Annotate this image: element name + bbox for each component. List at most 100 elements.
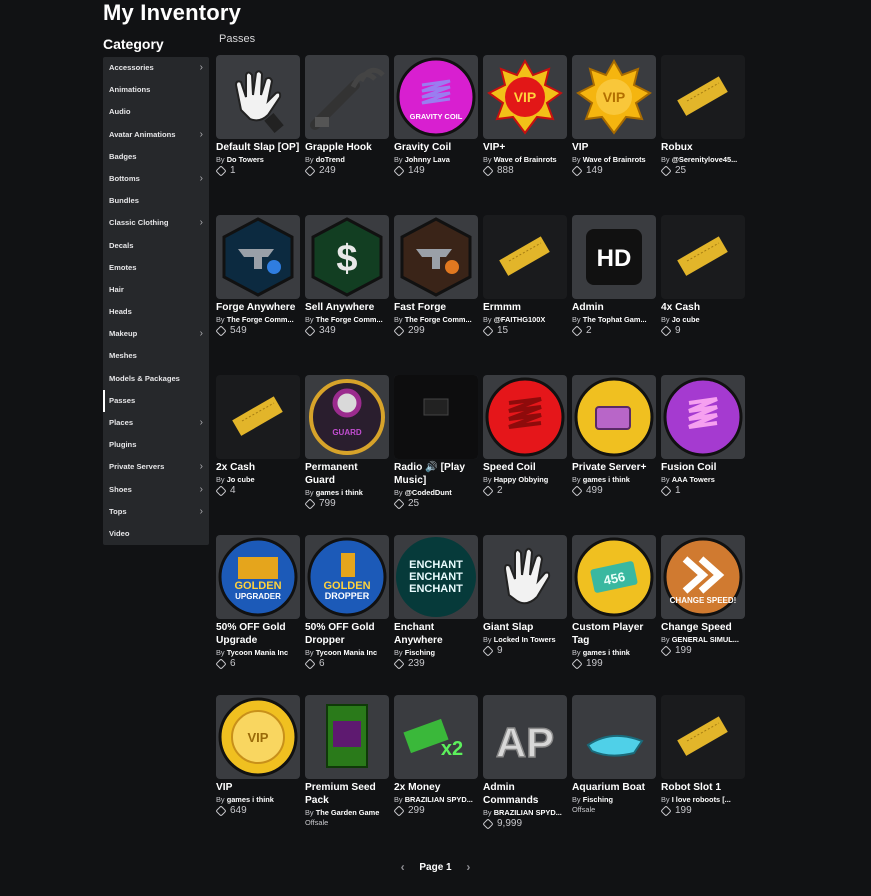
item-card[interactable]: AP Admin Commands By BRAZILIAN SPYD... 9,99… [482, 695, 567, 845]
item-name[interactable]: Ermmm [483, 301, 567, 314]
item-thumbnail[interactable] [216, 55, 300, 139]
item-card[interactable]: Default Slap [OP] By Do Towers 1 [215, 55, 300, 205]
sidebar-item-accessories[interactable]: Accessories › [103, 57, 209, 79]
sidebar-item-video[interactable]: Video [103, 523, 209, 545]
sidebar-item-decals[interactable]: Decals [103, 235, 209, 257]
item-card[interactable]: Grapple Hook By doTrend 249 [304, 55, 389, 205]
item-thumbnail[interactable]: CHANGE SPEED! [661, 535, 745, 619]
item-name[interactable]: Custom Player Tag [572, 621, 656, 647]
creator-name[interactable]: games i think [316, 488, 363, 497]
item-card[interactable]: Premium Seed Pack By The Garden Game Offsa… [305, 695, 389, 845]
item-card[interactable]: VIP VIP By games i think 649 [215, 695, 300, 845]
creator-name[interactable]: doTrend [316, 155, 345, 164]
item-name[interactable]: 50% OFF Gold Dropper [305, 621, 389, 647]
item-thumbnail[interactable]: x2 [394, 695, 478, 779]
creator-name[interactable]: Fisching [405, 648, 435, 657]
creator-name[interactable]: The Forge Comm... [227, 315, 294, 324]
sidebar-item-tops[interactable]: Tops › [103, 501, 209, 523]
sidebar-item-makeup[interactable]: Makeup › [103, 323, 209, 345]
sidebar-item-animations[interactable]: Animations [103, 79, 209, 101]
item-card[interactable]: CHANGE SPEED! Change Speed By GENERAL SIMU… [660, 535, 745, 685]
item-thumbnail[interactable]: GUARD [305, 375, 389, 459]
item-thumbnail[interactable]: $ [305, 215, 389, 299]
item-thumbnail[interactable]: ENCHANT ENCHANT ENCHANT [394, 535, 478, 619]
prev-page-icon[interactable]: ‹ [401, 860, 405, 874]
item-name[interactable]: 2x Cash [216, 461, 300, 474]
item-thumbnail[interactable] [661, 375, 745, 459]
item-card[interactable]: 2x Cash By Jo cube 4 [215, 375, 300, 525]
item-name[interactable]: 50% OFF Gold Upgrade [216, 621, 300, 647]
sidebar-item-meshes[interactable]: Meshes [103, 345, 209, 367]
creator-name[interactable]: Locked In Towers [494, 635, 556, 644]
item-name[interactable]: Aquarium Boat [572, 781, 656, 794]
item-card[interactable]: Radio 🔊 [Play Music] By @CodedDunt 25 [393, 375, 478, 525]
creator-name[interactable]: Fisching [583, 795, 613, 804]
sidebar-item-avatar-animations[interactable]: Avatar Animations › [103, 124, 209, 146]
item-thumbnail[interactable]: VIP [216, 695, 300, 779]
item-thumbnail[interactable] [216, 375, 300, 459]
creator-name[interactable]: BRAZILIAN SPYD... [494, 808, 562, 817]
item-thumbnail[interactable] [394, 215, 478, 299]
item-thumbnail[interactable] [572, 695, 656, 779]
item-name[interactable]: Permanent Guard [305, 461, 389, 487]
item-card[interactable]: Fast Forge By The Forge Comm... 299 [393, 215, 478, 365]
creator-name[interactable]: GENERAL SIMUL... [672, 635, 739, 644]
item-name[interactable]: Fast Forge [394, 301, 478, 314]
item-card[interactable]: $ Sell Anywhere By The Forge Comm... 349 [304, 215, 389, 365]
creator-name[interactable]: @Serenitylove45... [672, 155, 738, 164]
item-card[interactable]: Speed Coil By Happy Obbying 2 [482, 375, 567, 525]
item-name[interactable]: Fusion Coil [661, 461, 745, 474]
item-card[interactable]: Giant Slap By Locked In Towers 9 [482, 535, 567, 685]
item-name[interactable]: Premium Seed Pack [305, 781, 389, 807]
creator-name[interactable]: @CodedDunt [405, 488, 452, 497]
item-name[interactable]: Grapple Hook [305, 141, 389, 154]
item-name[interactable]: VIP+ [483, 141, 567, 154]
item-card[interactable]: GOLDEN UPGRADER 50% OFF Gold Upgrade By Tyc… [215, 535, 300, 685]
creator-name[interactable]: Tycoon Mania Inc [316, 648, 377, 657]
creator-name[interactable]: Do Towers [227, 155, 264, 164]
item-name[interactable]: Giant Slap [483, 621, 567, 634]
creator-name[interactable]: I love roboots [... [672, 795, 731, 804]
sidebar-item-emotes[interactable]: Emotes [103, 257, 209, 279]
item-card[interactable]: Fusion Coil By AAA Towers 1 [660, 375, 745, 525]
item-card[interactable]: x2 2x Money By BRAZILIAN SPYD... 299 [393, 695, 478, 845]
item-thumbnail[interactable] [483, 535, 567, 619]
item-thumbnail[interactable]: AP [483, 695, 567, 779]
item-thumbnail[interactable]: GOLDEN DROPPER [305, 535, 389, 619]
sidebar-item-audio[interactable]: Audio [103, 101, 209, 123]
item-thumbnail[interactable]: VIP [483, 55, 567, 139]
item-name[interactable]: Forge Anywhere [216, 301, 300, 314]
item-thumbnail[interactable] [661, 55, 745, 139]
creator-name[interactable]: games i think [583, 475, 630, 484]
item-name[interactable]: Speed Coil [483, 461, 567, 474]
item-name[interactable]: Admin Commands [483, 781, 567, 807]
item-thumbnail[interactable] [661, 215, 745, 299]
sidebar-item-models-packages[interactable]: Models & Packages [103, 368, 209, 390]
creator-name[interactable]: The Forge Comm... [316, 315, 383, 324]
item-name[interactable]: 2x Money [394, 781, 478, 794]
sidebar-item-passes[interactable]: Passes [103, 389, 209, 412]
sidebar-item-bottoms[interactable]: Bottoms › [103, 168, 209, 190]
item-name[interactable]: VIP [572, 141, 656, 154]
item-name[interactable]: Default Slap [OP] [216, 141, 300, 154]
creator-name[interactable]: The Tophat Gam... [583, 315, 647, 324]
item-thumbnail[interactable] [305, 55, 389, 139]
item-card[interactable]: Forge Anywhere By The Forge Comm... 549 [215, 215, 300, 365]
item-thumbnail[interactable] [483, 215, 567, 299]
sidebar-item-classic-clothing[interactable]: Classic Clothing › [103, 212, 209, 234]
item-name[interactable]: Private Server+ [572, 461, 656, 474]
creator-name[interactable]: The Forge Comm... [405, 315, 472, 324]
creator-name[interactable]: Happy Obbying [494, 475, 549, 484]
sidebar-item-shoes[interactable]: Shoes › [103, 479, 209, 501]
item-name[interactable]: Sell Anywhere [305, 301, 389, 314]
creator-name[interactable]: Wave of Brainrots [583, 155, 646, 164]
creator-name[interactable]: AAA Towers [672, 475, 715, 484]
creator-name[interactable]: The Garden Game [316, 808, 380, 817]
creator-name[interactable]: Tycoon Mania Inc [227, 648, 288, 657]
item-name[interactable]: Radio 🔊 [Play Music] [394, 461, 478, 487]
creator-name[interactable]: games i think [583, 648, 630, 657]
sidebar-item-badges[interactable]: Badges [103, 146, 209, 168]
next-page-icon[interactable]: › [466, 860, 470, 874]
creator-name[interactable]: Jo cube [227, 475, 255, 484]
item-card[interactable]: GUARD Permanent Guard By games i think 799 [304, 375, 389, 525]
